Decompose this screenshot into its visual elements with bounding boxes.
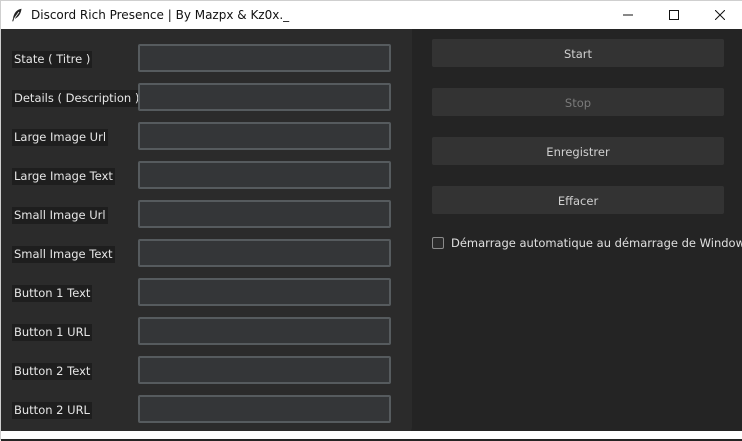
button-2-url-input[interactable] <box>138 395 391 423</box>
button-1-url-input[interactable] <box>138 317 391 345</box>
button-1-url-label: Button 1 URL <box>12 324 92 341</box>
field-row-small-image-url: Small Image Url <box>12 200 392 228</box>
button-1-text-input[interactable] <box>138 278 391 306</box>
small-image-text-label: Small Image Text <box>12 246 115 263</box>
app-window: Discord Rich Presence | By Mazpx & Kz0x.… <box>0 0 742 441</box>
start-button[interactable]: Start <box>432 39 724 67</box>
large-image-text-label: Large Image Text <box>12 168 115 185</box>
maximize-icon <box>669 10 679 20</box>
button-1-text-label: Button 1 Text <box>12 285 93 302</box>
details-input[interactable] <box>138 83 391 111</box>
field-row-button-2-url: Button 2 URL <box>12 395 392 423</box>
button-2-url-label: Button 2 URL <box>12 402 92 419</box>
actions-panel: Start Stop Enregistrer Effacer Démarrage… <box>412 29 742 441</box>
autostart-checkbox[interactable] <box>432 237 444 249</box>
small-image-url-label: Small Image Url <box>12 207 108 224</box>
form-panel: State ( Titre ) Details ( Description ) … <box>1 29 412 433</box>
small-image-text-input[interactable] <box>138 239 391 267</box>
stop-button[interactable]: Stop <box>432 88 724 116</box>
field-row-large-image-text: Large Image Text <box>12 161 392 189</box>
field-row-details: Details ( Description ) <box>12 83 392 111</box>
title-bar[interactable]: Discord Rich Presence | By Mazpx & Kz0x.… <box>1 1 742 29</box>
minimize-button[interactable] <box>605 1 651 29</box>
clear-button[interactable]: Effacer <box>432 186 724 214</box>
small-image-url-input[interactable] <box>138 200 391 228</box>
state-input[interactable] <box>138 44 391 72</box>
feather-icon <box>9 7 25 23</box>
large-image-text-input[interactable] <box>138 161 391 189</box>
autostart-label: Démarrage automatique au démarrage de Wi… <box>451 236 742 250</box>
maximize-button[interactable] <box>651 1 697 29</box>
minimize-icon <box>623 14 633 16</box>
field-row-button-1-url: Button 1 URL <box>12 317 392 345</box>
details-label: Details ( Description ) <box>12 90 142 107</box>
large-image-url-input[interactable] <box>138 122 391 150</box>
button-2-text-label: Button 2 Text <box>12 363 93 380</box>
field-row-state: State ( Titre ) <box>12 44 392 72</box>
close-button[interactable] <box>697 1 742 29</box>
autostart-option[interactable]: Démarrage automatique au démarrage de Wi… <box>432 235 742 251</box>
field-row-button-1-text: Button 1 Text <box>12 278 392 306</box>
save-button[interactable]: Enregistrer <box>432 137 724 165</box>
window-controls <box>605 1 742 29</box>
close-icon <box>715 10 725 20</box>
field-row-large-image-url: Large Image Url <box>12 122 392 150</box>
window-bottom-edge <box>1 431 742 439</box>
field-row-button-2-text: Button 2 Text <box>12 356 392 384</box>
state-label: State ( Titre ) <box>12 51 93 68</box>
app-client-area: State ( Titre ) Details ( Description ) … <box>1 29 742 441</box>
button-2-text-input[interactable] <box>138 356 391 384</box>
field-row-small-image-text: Small Image Text <box>12 239 392 267</box>
large-image-url-label: Large Image Url <box>12 129 109 146</box>
window-title: Discord Rich Presence | By Mazpx & Kz0x.… <box>31 8 290 22</box>
